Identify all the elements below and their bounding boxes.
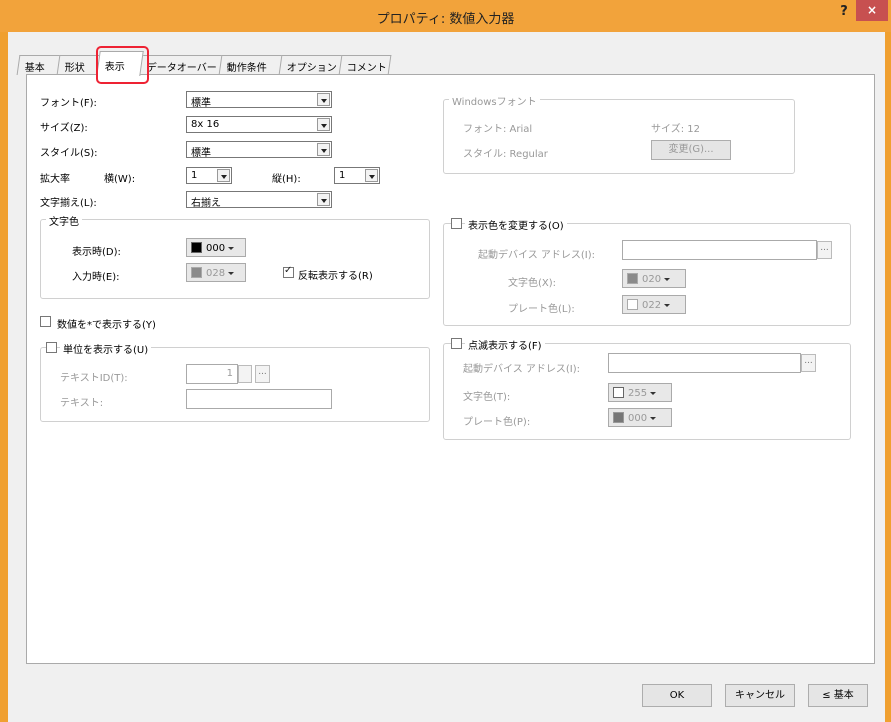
chevron-down-icon [664,278,671,281]
asterisk-checkbox[interactable] [40,316,51,327]
chevron-down-icon [317,143,330,156]
color-swatch [191,242,202,253]
scale-height-select[interactable]: 1 [334,167,380,184]
text-id-spinner[interactable] [238,365,252,383]
input-color-button[interactable]: 028 [186,263,246,282]
input-color-label: 入力時(E): [72,272,120,283]
text-id-input[interactable]: 1 [186,364,238,384]
font-label: フォント(F): [40,98,97,109]
change-color-plate-label: プレート色(L): [508,304,575,315]
blink-text-button[interactable]: 255 [608,383,672,402]
chevron-down-icon [228,247,235,250]
color-swatch [613,387,624,398]
unit-title: 単位を表示する(U) [60,341,152,356]
chevron-down-icon [317,193,330,206]
change-color-checkbox[interactable] [451,218,462,229]
change-font-button[interactable]: 変更(G)... [651,140,731,160]
windows-font-name: フォント: Arial [463,124,533,135]
chevron-down-icon [365,169,378,182]
text-id-label: テキストID(T): [60,373,128,384]
highlight-annotation [96,46,149,84]
tab-data-over[interactable]: データオーバー [138,55,224,75]
tab-comment[interactable]: コメント [338,55,392,75]
blink-device-label: 起動デバイス アドレス(I): [463,364,580,375]
chevron-down-icon [217,169,230,182]
basic-mode-button[interactable]: ≤ 基本 [808,684,868,707]
tab-options[interactable]: オプション [278,55,344,75]
cancel-button[interactable]: キャンセル [725,684,795,707]
size-select[interactable]: 8x 16 [186,116,332,133]
text-id-browse-button[interactable]: ... [255,365,270,383]
style-label: スタイル(S): [40,148,98,159]
windows-font-size: サイズ: 12 [651,124,700,135]
change-color-title: 表示色を変更する(O) [465,217,567,232]
chevron-down-icon [664,304,671,307]
scale-width-select[interactable]: 1 [186,167,232,184]
chevron-down-icon [317,118,330,131]
change-color-text-label: 文字色(X): [508,278,557,289]
blink-plate-button[interactable]: 000 [608,408,672,427]
unit-checkbox[interactable] [46,342,57,353]
change-color-device-input[interactable] [622,240,817,260]
chevron-down-icon [650,417,657,420]
tab-shape[interactable]: 形状 [56,55,102,75]
ok-button[interactable]: OK [642,684,712,707]
scale-width-label: 横(W): [104,174,136,185]
unit-text-input[interactable] [186,389,332,409]
blink-title: 点滅表示する(F) [465,337,545,352]
blink-device-browse-button[interactable]: ... [801,354,816,372]
color-swatch [191,267,202,278]
title-bar: プロパティ: 数値入力器 ? × [0,0,891,32]
asterisk-label: 数値を*で表示する(Y) [57,320,156,331]
blink-checkbox[interactable] [451,338,462,349]
windows-font-style: スタイル: Regular [463,149,548,160]
style-select[interactable]: 標準 [186,141,332,159]
window-title: プロパティ: 数値入力器 [376,12,515,27]
chevron-down-icon [650,392,657,395]
help-button[interactable]: ? [833,4,855,24]
unit-group [40,347,430,422]
display-color-label: 表示時(D): [72,247,121,258]
align-label: 文字揃え(L): [40,198,97,209]
font-select[interactable]: 標準 [186,91,332,109]
blink-device-input[interactable] [608,353,801,373]
change-color-device-label: 起動デバイス アドレス(I): [478,250,595,261]
blink-text-label: 文字色(T): [463,392,511,403]
unit-text-label: テキスト: [60,398,104,409]
change-color-device-browse-button[interactable]: ... [817,241,832,259]
change-color-text-button[interactable]: 020 [622,269,686,288]
reverse-display-checkbox[interactable] [283,265,294,278]
color-swatch [627,273,638,284]
color-swatch [613,412,624,423]
tab-basic[interactable]: 基本 [16,55,62,75]
scale-label: 拡大率 [40,174,70,185]
tab-operation-conditions[interactable]: 動作条件 [218,55,284,75]
text-color-group [40,219,430,299]
size-label: サイズ(Z): [40,123,88,134]
text-color-title: 文字色 [46,213,82,228]
scale-height-label: 縦(H): [272,174,301,185]
close-button[interactable]: × [856,0,888,21]
change-color-plate-button[interactable]: 022 [622,295,686,314]
windows-font-group [443,99,795,174]
chevron-down-icon [317,93,330,106]
blink-plate-label: プレート色(P): [463,417,531,428]
windows-font-title: Windowsフォント [449,93,540,108]
reverse-display-label: 反転表示する(R) [298,271,373,282]
align-select[interactable]: 右揃え [186,191,332,209]
display-color-button[interactable]: 000 [186,238,246,257]
color-swatch [627,299,638,310]
chevron-down-icon [228,272,235,275]
